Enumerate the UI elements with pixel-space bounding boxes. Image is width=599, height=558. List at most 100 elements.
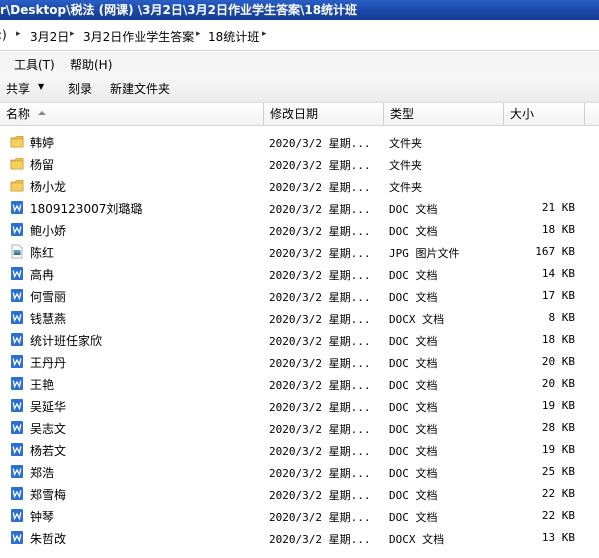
file-name: 何雪丽 xyxy=(30,290,67,304)
file-row[interactable]: 朱哲改 2020/3/2 星期... DOCX 文档 13 KB xyxy=(0,527,599,549)
file-row[interactable]: 郑浩 2020/3/2 星期... DOC 文档 25 KB xyxy=(0,461,599,483)
file-modified-date: 2020/3/2 星期... xyxy=(269,379,371,392)
chevron-right-icon[interactable]: ▸ xyxy=(196,29,201,39)
word-doc-icon xyxy=(10,464,24,479)
file-modified-date: 2020/3/2 星期... xyxy=(269,533,371,546)
word-doc-icon xyxy=(10,200,24,215)
file-row[interactable]: 陈红 2020/3/2 星期... JPG 图片文件 167 KB xyxy=(0,241,599,263)
file-modified-date: 2020/3/2 星期... xyxy=(269,401,371,414)
folder-icon xyxy=(10,156,24,171)
file-row[interactable]: 统计班任家欣 2020/3/2 星期... DOC 文档 18 KB xyxy=(0,329,599,351)
word-doc-icon xyxy=(10,376,24,391)
chevron-right-icon[interactable]: ▸ xyxy=(16,29,21,39)
folder-icon xyxy=(10,178,24,193)
word-doc-icon xyxy=(10,398,24,413)
column-modified-header[interactable]: 修改日期 xyxy=(264,103,383,125)
file-type: 文件夹 xyxy=(389,137,422,150)
file-row[interactable]: 杨若文 2020/3/2 星期... DOC 文档 19 KB xyxy=(0,439,599,461)
share-button[interactable]: 共享 xyxy=(6,80,30,97)
file-modified-date: 2020/3/2 星期... xyxy=(269,159,371,172)
file-size: 19 KB xyxy=(541,443,575,456)
file-name: 吴志文 xyxy=(30,422,67,436)
file-type: DOC 文档 xyxy=(389,269,438,282)
file-size: 28 KB xyxy=(541,421,575,434)
file-type: DOC 文档 xyxy=(389,291,438,304)
file-size: 22 KB xyxy=(541,487,575,500)
breadcrumb-root[interactable]: :) xyxy=(0,28,7,42)
image-file-icon xyxy=(10,244,24,259)
file-row[interactable]: 韩婷 2020/3/2 星期... 文件夹 xyxy=(0,131,599,153)
file-modified-date: 2020/3/2 星期... xyxy=(269,423,371,436)
file-row[interactable]: 王艳 2020/3/2 星期... DOC 文档 20 KB xyxy=(0,373,599,395)
file-name: 杨若文 xyxy=(30,444,67,458)
window-title-bar[interactable]: r\Desktop\税法 (网课) \3月2日\3月2日作业学生答案\18统计班 xyxy=(0,0,599,20)
file-name: 杨小龙 xyxy=(30,180,67,194)
file-modified-date: 2020/3/2 星期... xyxy=(269,225,371,238)
file-row[interactable]: 钟琴 2020/3/2 星期... DOC 文档 22 KB xyxy=(0,505,599,527)
file-name: 钟琴 xyxy=(30,510,55,524)
file-list: 韩婷 2020/3/2 星期... 文件夹 杨留 2020/3/2 星期... 文件夹 杨小… xyxy=(0,131,599,549)
file-name: 吴延华 xyxy=(30,400,67,414)
file-row[interactable]: 何雪丽 2020/3/2 星期... DOC 文档 17 KB xyxy=(0,285,599,307)
word-doc-icon xyxy=(10,310,24,325)
file-type: 文件夹 xyxy=(389,159,422,172)
file-row[interactable]: 杨小龙 2020/3/2 星期... 文件夹 xyxy=(0,175,599,197)
file-size: 167 KB xyxy=(535,245,575,258)
column-type-header[interactable]: 类型 xyxy=(384,103,503,125)
file-modified-date: 2020/3/2 星期... xyxy=(269,203,371,216)
file-row[interactable]: 吴志文 2020/3/2 星期... DOC 文档 28 KB xyxy=(0,417,599,439)
file-type: DOC 文档 xyxy=(389,335,438,348)
file-modified-date: 2020/3/2 星期... xyxy=(269,313,371,326)
file-row[interactable]: 1809123007刘璐璐 2020/3/2 星期... DOC 文档 21 KB xyxy=(0,197,599,219)
file-name: 郑雪梅 xyxy=(30,488,67,502)
file-modified-date: 2020/3/2 星期... xyxy=(269,269,371,282)
new-folder-button[interactable]: 新建文件夹 xyxy=(110,80,170,97)
burn-button[interactable]: 刻录 xyxy=(68,80,92,97)
column-name-label: 名称 xyxy=(6,107,31,121)
chevron-down-icon[interactable]: ▼ xyxy=(38,82,44,91)
file-size: 17 KB xyxy=(541,289,575,302)
file-row[interactable]: 吴延华 2020/3/2 星期... DOC 文档 19 KB xyxy=(0,395,599,417)
file-name: 王艳 xyxy=(30,378,55,392)
file-name: 韩婷 xyxy=(30,136,55,150)
word-doc-icon xyxy=(10,486,24,501)
file-type: DOC 文档 xyxy=(389,489,438,502)
file-row[interactable]: 鲍小娇 2020/3/2 星期... DOC 文档 18 KB xyxy=(0,219,599,241)
file-row[interactable]: 杨留 2020/3/2 星期... 文件夹 xyxy=(0,153,599,175)
file-size: 13 KB xyxy=(541,531,575,544)
file-name: 钱慧燕 xyxy=(30,312,67,326)
file-size: 14 KB xyxy=(541,267,575,280)
address-bar[interactable]: :) ▸ 3月2日 ▸ 3月2日作业学生答案 ▸ 18统计班 ▸ xyxy=(0,20,599,51)
file-type: DOC 文档 xyxy=(389,203,438,216)
menu-tools[interactable]: 工具(T) xyxy=(14,56,55,73)
file-size: 20 KB xyxy=(541,377,575,390)
file-name: 陈红 xyxy=(30,246,55,260)
breadcrumb-class[interactable]: 18统计班 xyxy=(208,28,259,45)
column-name-header[interactable]: 名称 xyxy=(0,103,263,125)
file-size: 18 KB xyxy=(541,223,575,236)
file-row[interactable]: 高冉 2020/3/2 星期... DOC 文档 14 KB xyxy=(0,263,599,285)
chevron-right-icon[interactable]: ▸ xyxy=(262,29,267,39)
menu-help[interactable]: 帮助(H) xyxy=(70,56,112,73)
file-modified-date: 2020/3/2 星期... xyxy=(269,489,371,502)
word-doc-icon xyxy=(10,288,24,303)
column-divider[interactable] xyxy=(584,103,585,125)
file-modified-date: 2020/3/2 星期... xyxy=(269,137,371,150)
file-name: 高冉 xyxy=(30,268,55,282)
file-row[interactable]: 王丹丹 2020/3/2 星期... DOC 文档 20 KB xyxy=(0,351,599,373)
file-type: DOC 文档 xyxy=(389,357,438,370)
word-doc-icon xyxy=(10,508,24,523)
file-row[interactable]: 钱慧燕 2020/3/2 星期... DOCX 文档 8 KB xyxy=(0,307,599,329)
breadcrumb-march2[interactable]: 3月2日 xyxy=(30,28,69,45)
column-size-label: 大小 xyxy=(510,107,535,121)
file-size: 19 KB xyxy=(541,399,575,412)
chevron-right-icon[interactable]: ▸ xyxy=(70,29,75,39)
column-size-header[interactable]: 大小 xyxy=(504,103,584,125)
file-type: DOC 文档 xyxy=(389,401,438,414)
breadcrumb-answers[interactable]: 3月2日作业学生答案 xyxy=(83,28,194,45)
file-size: 21 KB xyxy=(541,201,575,214)
file-modified-date: 2020/3/2 星期... xyxy=(269,247,371,260)
file-modified-date: 2020/3/2 星期... xyxy=(269,467,371,480)
sort-ascending-icon xyxy=(38,111,46,115)
file-row[interactable]: 郑雪梅 2020/3/2 星期... DOC 文档 22 KB xyxy=(0,483,599,505)
